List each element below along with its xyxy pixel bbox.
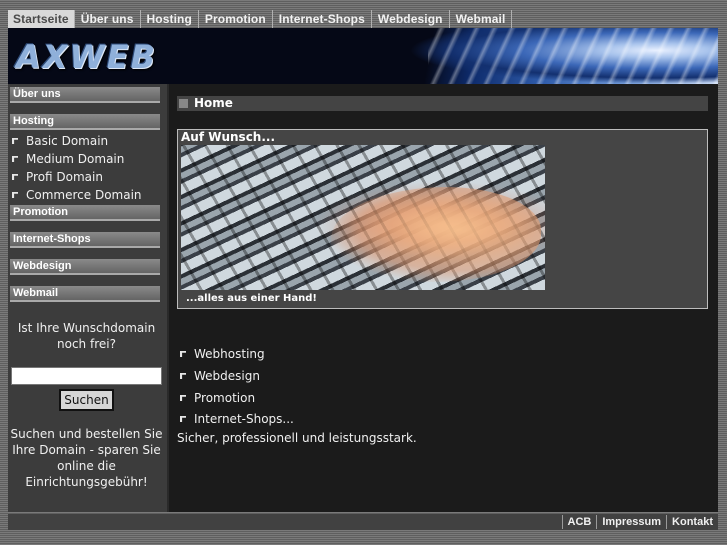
bullet-icon	[12, 156, 18, 162]
earth-clouds	[428, 28, 718, 84]
main-content: Home Auf Wunsch... ...alles aus einer Ha…	[169, 84, 718, 512]
promo-caption: ...alles aus einer Hand!	[186, 293, 317, 304]
domain-search-input[interactable]	[11, 367, 162, 385]
feature-item-promotion[interactable]: Promotion	[180, 391, 255, 405]
sidebar-subitem-commerce-domain[interactable]: Commerce Domain	[12, 188, 142, 202]
bullet-icon	[12, 138, 18, 144]
sidebar-subitem-label: Basic Domain	[26, 134, 109, 148]
nav-hosting[interactable]: Hosting	[141, 10, 199, 28]
sidebar-item-ueber-uns[interactable]: Über uns	[10, 87, 160, 103]
feature-item-internet-shops[interactable]: Internet-Shops...	[180, 412, 294, 426]
feature-label: Internet-Shops...	[194, 412, 294, 426]
bullet-icon	[180, 373, 186, 379]
bullet-icon	[12, 192, 18, 198]
sidebar-item-webdesign[interactable]: Webdesign	[10, 259, 160, 275]
nav-startseite[interactable]: Startseite	[8, 10, 75, 28]
sidebar-item-internet-shops[interactable]: Internet-Shops	[10, 232, 160, 248]
site-logo[interactable]: AXWEB	[16, 38, 157, 76]
tagline: Sicher, professionell und leistungsstark…	[177, 431, 417, 445]
feature-item-webhosting[interactable]: Webhosting	[180, 347, 265, 361]
nav-ueber-uns[interactable]: Über uns	[75, 10, 141, 28]
feature-label: Promotion	[194, 391, 256, 405]
bullet-icon	[12, 174, 18, 180]
keyboard-hand-image	[181, 145, 545, 290]
sidebar: Über uns Hosting Basic Domain Medium Dom…	[8, 84, 169, 512]
nav-webmail[interactable]: Webmail	[450, 10, 513, 28]
footer-link-impressum[interactable]: Impressum	[596, 515, 666, 529]
sidebar-item-promotion[interactable]: Promotion	[10, 205, 160, 221]
domain-question-line-2: noch frei?	[57, 337, 116, 351]
page-title: Home	[194, 96, 233, 110]
domain-info-line-1: Suchen und bestellen Sie	[10, 427, 163, 441]
sidebar-subitem-medium-domain[interactable]: Medium Domain	[12, 152, 124, 166]
square-icon	[179, 99, 188, 108]
feature-item-webdesign[interactable]: Webdesign	[180, 369, 260, 383]
bullet-icon	[180, 416, 186, 422]
domain-info-line-4: Einrichtungsgebühr!	[25, 475, 148, 489]
nav-webdesign[interactable]: Webdesign	[372, 10, 450, 28]
footer-link-acb[interactable]: ACB	[561, 515, 597, 529]
bullet-icon	[180, 351, 186, 357]
sidebar-item-webmail[interactable]: Webmail	[10, 286, 160, 302]
domain-info-line-3: online die	[57, 459, 116, 473]
sidebar-item-hosting[interactable]: Hosting	[10, 114, 160, 130]
promo-title: Auf Wunsch...	[181, 130, 276, 144]
header-banner: AXWEB	[8, 28, 718, 84]
footer-link-kontakt[interactable]: Kontakt	[666, 515, 718, 529]
feature-label: Webdesign	[194, 369, 260, 383]
sidebar-subitem-basic-domain[interactable]: Basic Domain	[12, 134, 108, 148]
top-navigation: Startseite Über uns Hosting Promotion In…	[8, 10, 718, 28]
section-header: Home	[177, 96, 708, 111]
search-button[interactable]: Suchen	[59, 389, 114, 411]
nav-promotion[interactable]: Promotion	[199, 10, 273, 28]
sidebar-subitem-label: Medium Domain	[26, 152, 125, 166]
nav-internet-shops[interactable]: Internet-Shops	[273, 10, 372, 28]
promo-box: Auf Wunsch... ...alles aus einer Hand!	[177, 129, 708, 309]
sidebar-subitem-label: Commerce Domain	[26, 188, 142, 202]
bullet-icon	[180, 395, 186, 401]
footer-bar: ACB Impressum Kontakt	[8, 514, 718, 530]
feature-label: Webhosting	[194, 347, 265, 361]
sidebar-subitem-profi-domain[interactable]: Profi Domain	[12, 170, 103, 184]
domain-info-line-2: Ihre Domain - sparen Sie	[12, 443, 161, 457]
domain-question-line-1: Ist Ihre Wunschdomain	[17, 321, 156, 335]
sidebar-subitem-label: Profi Domain	[26, 170, 103, 184]
